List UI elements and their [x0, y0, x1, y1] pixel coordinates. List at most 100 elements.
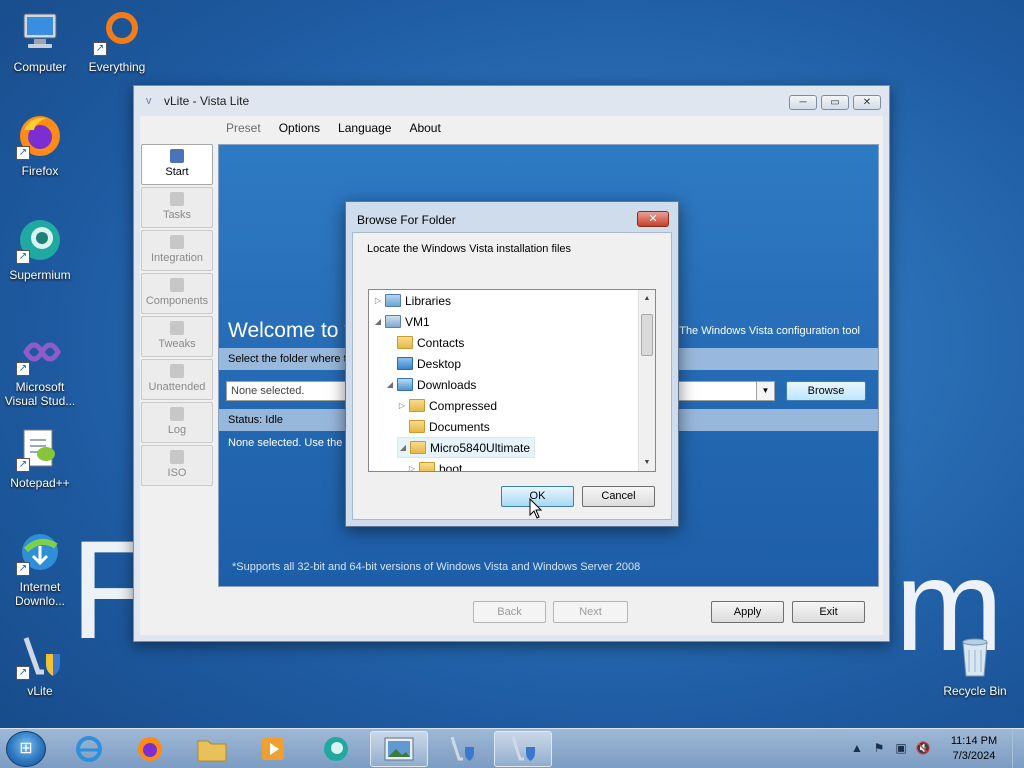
supermium-icon [324, 737, 348, 761]
taskbar-firefox[interactable] [121, 731, 179, 767]
sidebar-item-tweaks[interactable]: Tweaks [141, 316, 213, 357]
shortcut-arrow-icon: ↗ [16, 250, 30, 264]
expand-icon[interactable]: ▷ [397, 401, 407, 410]
tree-scrollbar[interactable]: ▲ ▼ [638, 290, 655, 471]
desktop-icon-supermium[interactable]: ↗ Supermium [0, 216, 80, 282]
notepadpp-icon: ↗ [16, 424, 64, 472]
shortcut-arrow-icon: ↗ [16, 458, 30, 472]
title-bar[interactable]: v vLite - Vista Lite [134, 86, 889, 116]
tree-item-vm1[interactable]: ◢ VM1 [373, 311, 430, 332]
tree-item-compressed[interactable]: ▷ Compressed [397, 395, 497, 416]
volume-muted-icon[interactable]: 🔇 [914, 741, 932, 757]
taskbar-supermium[interactable] [307, 731, 365, 767]
back-button[interactable]: Back [473, 601, 546, 623]
desktop-icon-computer[interactable]: Computer [0, 8, 80, 74]
downloads-folder-icon [397, 378, 413, 391]
computer-icon [16, 8, 64, 56]
desktop-icon-visual-studio[interactable]: ↗ Microsoft Visual Stud... [0, 328, 80, 408]
cancel-button[interactable]: Cancel [582, 486, 655, 507]
maximize-button[interactable]: ▭ [821, 95, 849, 110]
dialog-title: Browse For Folder [357, 213, 456, 227]
visual-studio-icon: ↗ [16, 328, 64, 376]
status-text: Status: Idle [228, 414, 284, 426]
desktop-icon-recycle-bin[interactable]: Recycle Bin [935, 632, 1015, 698]
menu-about[interactable]: About [409, 121, 440, 135]
clock-date: 7/3/2024 [952, 750, 996, 762]
menu-options[interactable]: Options [279, 121, 320, 135]
shortcut-arrow-icon: ↗ [16, 666, 30, 680]
taskbar-vlite-active[interactable] [494, 731, 552, 767]
show-desktop-button[interactable] [1012, 729, 1024, 768]
tree-item-label: Libraries [405, 293, 452, 308]
taskbar-image-viewer[interactable] [370, 731, 428, 767]
menu-preset[interactable]: Preset [226, 121, 261, 135]
taskbar-internet-explorer[interactable] [60, 731, 118, 767]
menu-language[interactable]: Language [338, 121, 391, 135]
exit-button[interactable]: Exit [792, 601, 865, 623]
folder-tree[interactable]: ▷ Libraries ◢ VM1 Contacts Desktop ◢ Dow… [368, 289, 656, 472]
tree-item-label: Downloads [417, 377, 477, 392]
collapse-icon[interactable]: ◢ [398, 443, 408, 452]
expand-icon[interactable]: ▷ [373, 296, 383, 305]
sidebar-item-integration[interactable]: Integration [141, 230, 213, 271]
scroll-down-icon[interactable]: ▼ [639, 454, 655, 471]
network-icon[interactable]: ▣ [892, 741, 910, 757]
desktop-icon-label: Supermium [9, 268, 71, 282]
desktop-icon-everything[interactable]: ↗ Everything [77, 8, 157, 74]
apply-button[interactable]: Apply [711, 601, 784, 623]
sidebar-item-components[interactable]: Components [141, 273, 213, 314]
clock[interactable]: 11:14 PM 7/3/2024 [936, 734, 1012, 764]
sidebar-item-tasks[interactable]: Tasks [141, 187, 213, 228]
tree-item-boot[interactable]: ▷ boot [407, 458, 462, 471]
browse-for-folder-dialog: Browse For Folder ✕ Locate the Windows V… [345, 201, 679, 527]
sidebar-item-log[interactable]: Log [141, 402, 213, 443]
desktop-icon-label: Firefox [21, 164, 59, 178]
vlite-icon [450, 736, 474, 761]
tweaks-icon [170, 321, 184, 335]
chevron-down-icon[interactable]: ▼ [756, 381, 775, 401]
action-center-flag-icon[interactable]: ⚑ [870, 741, 888, 757]
minimize-button[interactable]: ─ [789, 95, 817, 110]
tree-item-downloads[interactable]: ◢ Downloads [385, 374, 476, 395]
show-hidden-icons-icon[interactable]: ▲ [848, 741, 866, 757]
desktop-icon-notepadpp[interactable]: ↗ Notepad++ [0, 424, 80, 490]
sidebar: Start Tasks Integration Components Tweak… [141, 144, 213, 488]
shortcut-arrow-icon: ↗ [16, 146, 30, 160]
tree-item-contacts[interactable]: Contacts [385, 332, 464, 353]
desktop-icon-vlite[interactable]: ↗ vLite [0, 632, 80, 698]
folder-icon [409, 399, 425, 412]
taskbar-file-explorer[interactable] [183, 731, 241, 767]
close-icon[interactable]: ✕ [637, 211, 669, 227]
sidebar-item-start[interactable]: Start [141, 144, 213, 185]
scroll-thumb[interactable] [641, 314, 653, 356]
desktop-icon-firefox[interactable]: ↗ Firefox [0, 112, 80, 178]
tree-item-micro5840ultimate[interactable]: ◢ Micro5840Ultimate [397, 437, 536, 458]
taskbar-media-player[interactable] [244, 731, 302, 767]
recycle-bin-icon [951, 632, 999, 680]
collapse-icon[interactable]: ◢ [373, 317, 383, 326]
shortcut-arrow-icon: ↗ [16, 362, 30, 376]
next-button[interactable]: Next [553, 601, 628, 623]
close-button[interactable]: ✕ [853, 95, 881, 110]
internet-download-manager-icon: ↗ [16, 528, 64, 576]
sidebar-item-iso[interactable]: ISO [141, 445, 213, 486]
desktop-icon-internet-download-manager[interactable]: ↗ Internet Downlo... [0, 528, 80, 608]
collapse-icon[interactable]: ◢ [385, 380, 395, 389]
sidebar-item-label: Log [167, 424, 187, 436]
expand-icon[interactable]: ▷ [407, 464, 417, 471]
dialog-message: Locate the Windows Vista installation fi… [367, 243, 572, 255]
taskbar-vlite[interactable] [433, 731, 491, 767]
sidebar-item-unattended[interactable]: Unattended [141, 359, 213, 400]
tree-item-desktop[interactable]: Desktop [385, 353, 461, 374]
browse-button[interactable]: Browse [786, 381, 866, 401]
folder-icon [410, 441, 426, 454]
tree-item-libraries[interactable]: ▷ Libraries [373, 290, 451, 311]
sidebar-item-label: Integration [151, 252, 203, 264]
scroll-up-icon[interactable]: ▲ [639, 290, 655, 307]
start-button[interactable]: ⊞ [6, 731, 46, 767]
internet-explorer-icon [76, 736, 102, 762]
tree-item-label: Desktop [417, 356, 462, 371]
vlite-app-icon: v [146, 95, 152, 107]
tree-item-label: Documents [429, 419, 490, 434]
tree-item-documents[interactable]: Documents [397, 416, 490, 437]
